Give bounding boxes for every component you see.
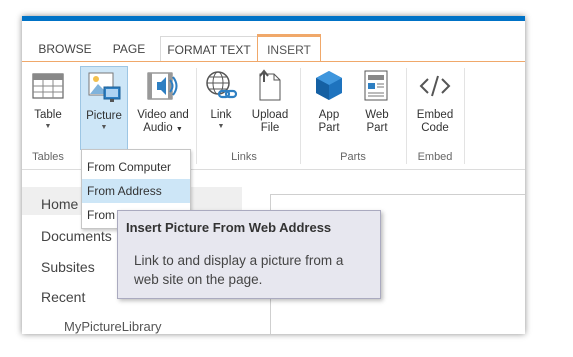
table-button[interactable]: Table ▼ <box>26 68 70 132</box>
embed-label-line2: Code <box>421 122 449 134</box>
app-part-icon <box>316 71 342 100</box>
tooltip: Insert Picture From Web Address Link to … <box>117 210 381 299</box>
video-audio-label-line1: Video and <box>137 109 189 121</box>
tab-page[interactable]: PAGE <box>106 36 152 62</box>
web-part-label-line2: Part <box>366 122 388 134</box>
group-separator <box>406 68 407 164</box>
picture-icon <box>88 72 121 102</box>
app-part-label-line1: App <box>318 109 340 121</box>
picture-button[interactable]: Picture ▼ <box>80 66 128 150</box>
app-part-label-line2: Part <box>318 122 340 134</box>
tab-insert[interactable]: INSERT <box>257 34 321 63</box>
upload-icon <box>259 69 281 101</box>
group-separator <box>196 68 197 164</box>
embed-code-icon <box>419 75 451 97</box>
embed-code-button[interactable]: Embed Code <box>412 68 458 135</box>
ribbon-tabs: BROWSE PAGE FORMAT TEXT INSERT <box>22 34 525 63</box>
chevron-down-icon: ▼ <box>217 123 225 130</box>
menu-item-from-address[interactable]: From Address <box>82 179 190 203</box>
group-separator <box>300 68 301 164</box>
link-button[interactable]: Link ▼ <box>200 68 242 132</box>
video-audio-button[interactable]: Video and Audio ▼ <box>134 68 192 136</box>
table-icon <box>32 73 64 99</box>
embed-label-line1: Embed <box>416 109 454 121</box>
group-label-embed: Embed <box>417 151 453 163</box>
group-separator <box>464 68 465 164</box>
picture-label: Picture <box>86 110 122 122</box>
video-audio-label-line2: Audio ▼ <box>134 122 192 136</box>
group-label-links: Links <box>231 151 257 163</box>
tooltip-body: Link to and display a picture from a web… <box>134 253 344 287</box>
web-part-label-line1: Web <box>365 109 389 121</box>
web-part-icon <box>364 70 388 101</box>
chevron-down-icon: ▼ <box>44 123 52 130</box>
video-audio-icon <box>147 72 178 100</box>
app-part-button[interactable]: App Part <box>308 68 350 135</box>
menu-item-from-computer[interactable]: From Computer <box>82 155 190 179</box>
upload-label-line1: Upload <box>251 109 289 121</box>
group-label-parts: Parts <box>340 151 366 163</box>
video-audio-label-text: Audio <box>143 122 173 134</box>
upload-label-line2: File <box>260 122 280 134</box>
upload-file-button[interactable]: Upload File <box>248 68 292 135</box>
tab-browse[interactable]: BROWSE <box>32 36 98 62</box>
nav-item-subsites[interactable]: Subsites <box>41 259 95 275</box>
chevron-down-icon: ▼ <box>175 126 183 133</box>
nav-item-mypicturelibrary[interactable]: MyPictureLibrary <box>64 319 162 334</box>
web-part-button[interactable]: Web Part <box>356 68 398 135</box>
link-label: Link <box>210 109 232 121</box>
link-globe-icon <box>206 71 238 99</box>
tab-format-text[interactable]: FORMAT TEXT <box>160 36 258 62</box>
nav-item-documents[interactable]: Documents <box>41 228 112 244</box>
suite-bar <box>22 16 525 21</box>
tooltip-title: Insert Picture From Web Address <box>126 220 332 235</box>
nav-item-recent[interactable]: Recent <box>41 289 85 305</box>
table-label: Table <box>34 109 62 121</box>
group-label-tables: Tables <box>32 151 64 163</box>
nav-item-home[interactable]: Home <box>41 196 78 212</box>
chevron-down-icon: ▼ <box>100 124 108 131</box>
sharepoint-window: BROWSE PAGE FORMAT TEXT INSERT Table ▼ P… <box>22 16 525 334</box>
